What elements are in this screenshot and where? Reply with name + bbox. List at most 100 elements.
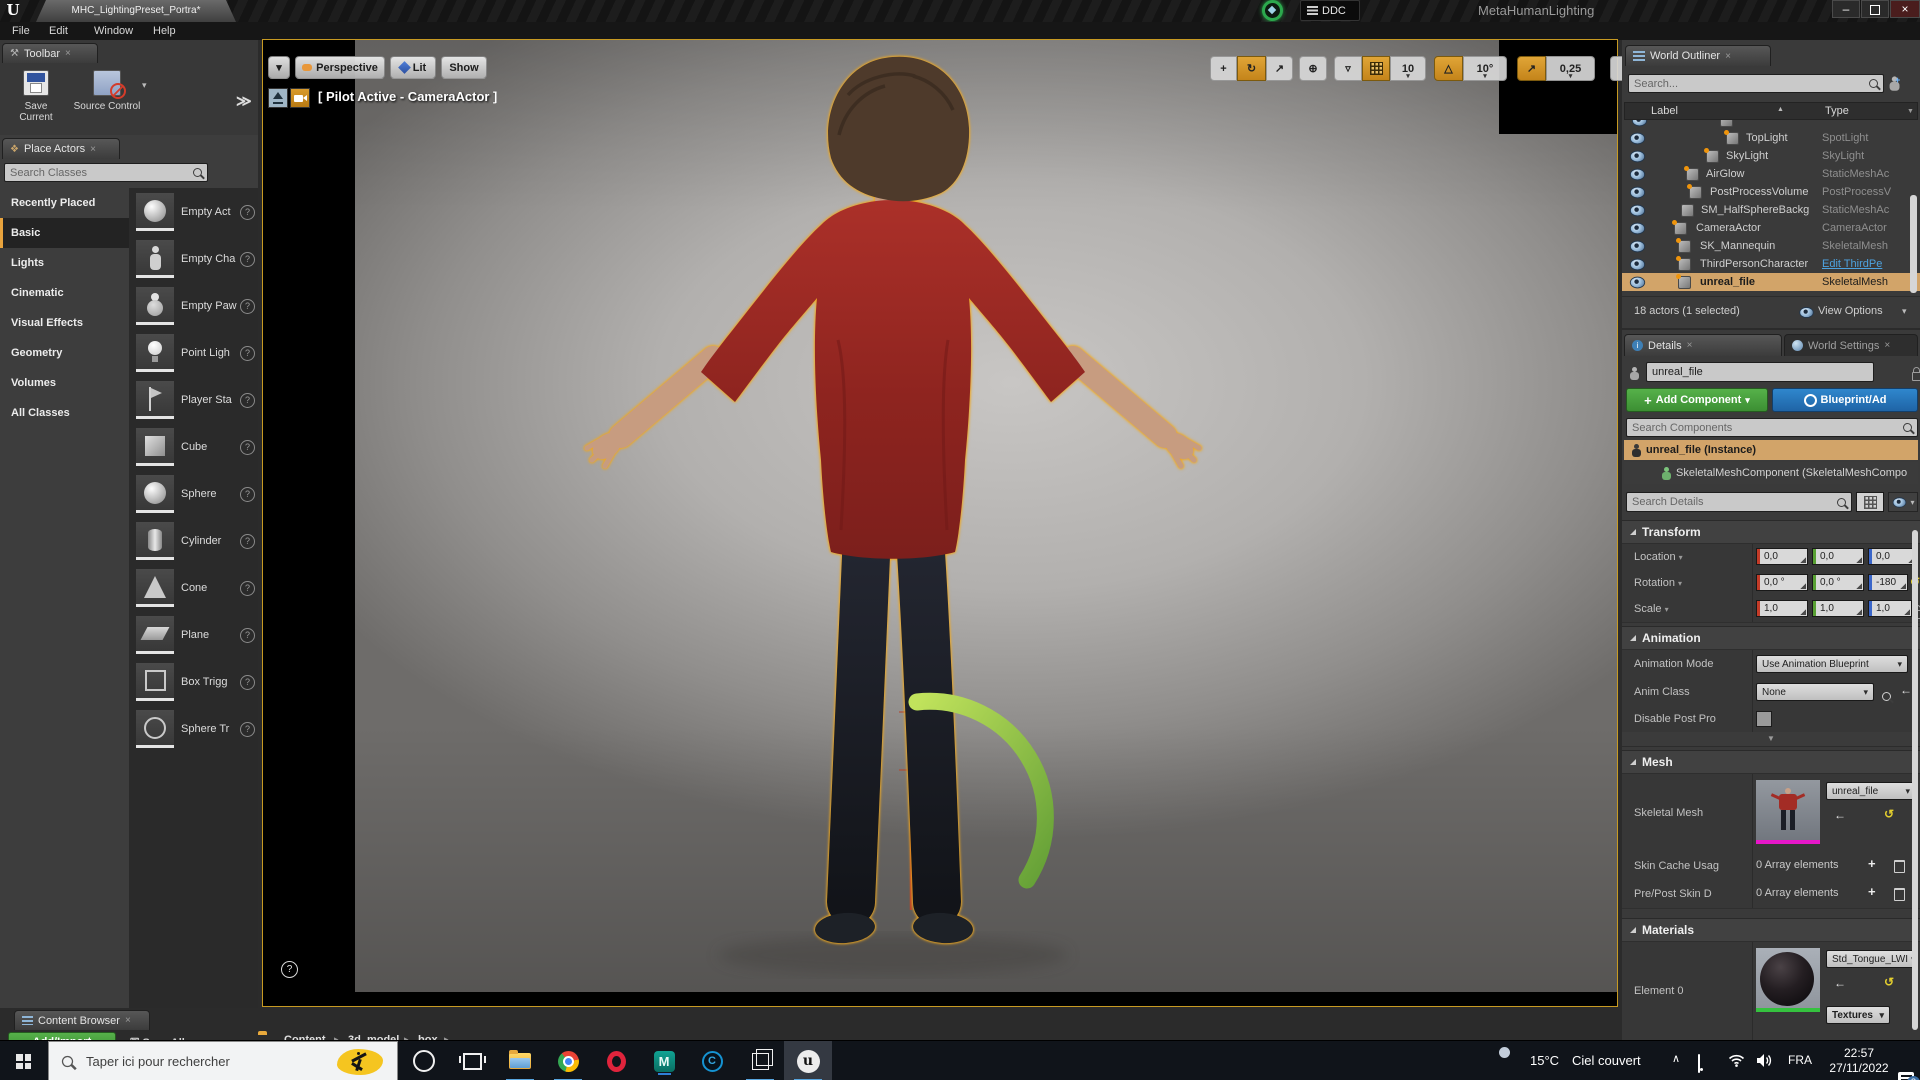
source-control-caret[interactable]: ▾	[142, 80, 147, 91]
scale-tool-button[interactable]: ↗	[1266, 56, 1293, 81]
add-element-icon[interactable]: +	[1868, 884, 1876, 899]
place-item-empty-pawn[interactable]: Empty Paw?	[129, 284, 258, 331]
taskbar-chrome[interactable]	[544, 1041, 592, 1080]
visibility-eye-icon[interactable]	[1629, 258, 1646, 271]
grid-snap-button[interactable]	[1362, 56, 1390, 81]
outliner-row-toplight[interactable]: TopLight SpotLight	[1622, 129, 1920, 147]
place-item-point-light[interactable]: Point Ligh?	[129, 331, 258, 378]
visibility-eye-icon[interactable]	[1629, 150, 1646, 163]
category-cinematic[interactable]: Cinematic	[0, 278, 129, 308]
toolbar-tab[interactable]: ⚒ Toolbar ×	[2, 43, 98, 63]
clock[interactable]: 22:57 27/11/2022	[1824, 1046, 1894, 1076]
viewport-help-icon[interactable]: ?	[281, 961, 298, 978]
close-icon[interactable]: ×	[1725, 51, 1731, 62]
perspective-button[interactable]: Perspective	[295, 56, 385, 79]
taskbar-opera[interactable]	[592, 1041, 640, 1080]
reset-icon[interactable]: ↺	[1884, 975, 1894, 989]
outliner-scrollbar[interactable]	[1910, 195, 1917, 293]
trash-icon[interactable]	[1894, 860, 1905, 873]
column-label[interactable]: Label	[1651, 105, 1678, 117]
use-selected-icon[interactable]: ←	[1900, 683, 1912, 697]
menu-help[interactable]: Help	[153, 22, 176, 40]
stop-pilot-button[interactable]	[268, 88, 288, 108]
place-item-cube[interactable]: Cube?	[129, 425, 258, 472]
tray-expand-chevron[interactable]: ∧	[1672, 1052, 1680, 1065]
details-tab[interactable]: i Details ×	[1624, 334, 1782, 356]
rotate-tool-button[interactable]: ↻	[1237, 56, 1266, 81]
outliner-row-sk-mannequin[interactable]: SK_Mannequin SkeletalMesh	[1622, 237, 1920, 255]
close-button[interactable]: ×	[1890, 0, 1920, 18]
place-item-empty-character[interactable]: Empty Cha?	[129, 237, 258, 284]
place-item-plane[interactable]: Plane?	[129, 613, 258, 660]
disable-postprocess-checkbox[interactable]	[1756, 711, 1772, 727]
place-item-player-start[interactable]: Player Sta?	[129, 378, 258, 425]
location-y-field[interactable]: 0,0	[1812, 548, 1864, 565]
transform-section-header[interactable]: Transform	[1622, 520, 1920, 544]
close-icon[interactable]: ×	[90, 144, 96, 155]
details-scrollbar[interactable]	[1912, 530, 1918, 1030]
component-row-instance[interactable]: unreal_file (Instance)	[1624, 440, 1918, 460]
lit-button[interactable]: Lit	[390, 56, 436, 79]
search-classes-input[interactable]: Search Classes	[4, 163, 208, 182]
rotation-z-field[interactable]: -180	[1868, 574, 1908, 591]
world-local-toggle-button[interactable]: ⊕	[1299, 56, 1327, 81]
minimize-button[interactable]: –	[1832, 0, 1860, 18]
use-selected-icon[interactable]: ←	[1834, 808, 1846, 822]
close-icon[interactable]: ×	[1687, 340, 1693, 351]
skeletal-mesh-thumbnail[interactable]	[1756, 780, 1820, 844]
character-mesh[interactable]	[563, 40, 1223, 990]
scale-z-field[interactable]: 1,0	[1868, 600, 1912, 617]
menu-file[interactable]: File	[12, 22, 30, 40]
language-indicator[interactable]: FRA	[1788, 1053, 1812, 1067]
category-geometry[interactable]: Geometry	[0, 338, 129, 368]
scale-snap-button[interactable]: ↗	[1517, 56, 1546, 81]
viewport-options-caret[interactable]: ▾	[268, 56, 290, 79]
place-item-cylinder[interactable]: Cylinder?	[129, 519, 258, 566]
visibility-eye-icon[interactable]	[1629, 204, 1646, 217]
filter-icon[interactable]: ▼	[1907, 108, 1914, 115]
place-item-empty-actor[interactable]: Empty Act?	[129, 190, 258, 237]
material-thumbnail[interactable]	[1756, 948, 1820, 1012]
visibility-eye-icon[interactable]	[1629, 240, 1646, 253]
visibility-eye-icon[interactable]	[1629, 276, 1646, 289]
outliner-row-skylight[interactable]: SkyLight SkyLight	[1622, 147, 1920, 165]
add-element-icon[interactable]: +	[1868, 856, 1876, 871]
category-recently-placed[interactable]: Recently Placed	[0, 188, 129, 218]
outliner-row-airglow[interactable]: AirGlow StaticMeshAc	[1622, 165, 1920, 183]
scale-snap-value-button[interactable]: 0,25 ▾	[1546, 56, 1595, 81]
actor-name-field[interactable]: unreal_file	[1646, 362, 1874, 382]
wifi-icon[interactable]	[1728, 1054, 1745, 1067]
search-details-input[interactable]: Search Details	[1626, 492, 1852, 512]
weather-desc[interactable]: Ciel couvert	[1572, 1053, 1641, 1068]
close-icon[interactable]: ×	[125, 1015, 131, 1026]
component-row-skeletalmesh[interactable]: SkeletalMeshComponent (SkeletalMeshCompo	[1624, 462, 1918, 484]
taskbar-unreal-active[interactable]: u	[784, 1041, 832, 1080]
outliner-row-postprocessvolume[interactable]: PostProcessVolume PostProcessV	[1622, 183, 1920, 201]
category-volumes[interactable]: Volumes	[0, 368, 129, 398]
taskbar-file-explorer[interactable]	[496, 1041, 544, 1080]
add-component-button[interactable]: + Add Component ▾	[1626, 388, 1768, 412]
expand-toolbar-chevron[interactable]: ≫	[236, 92, 252, 110]
surface-snap-button[interactable]: ▿	[1334, 56, 1362, 81]
save-current-button[interactable]: Save Current	[8, 70, 64, 123]
notification-center-button[interactable]: 8	[1898, 1072, 1920, 1080]
source-control-button[interactable]: Source Control	[72, 70, 142, 112]
visibility-eye-icon[interactable]	[1629, 222, 1646, 235]
outliner-row-cameraactor[interactable]: CameraActor CameraActor	[1622, 219, 1920, 237]
start-button[interactable]	[0, 1041, 48, 1080]
rotation-y-field[interactable]: 0,0 °	[1812, 574, 1864, 591]
expand-more-properties[interactable]: ▼	[1622, 732, 1920, 747]
textures-dropdown[interactable]: Textures ▾	[1826, 1006, 1890, 1024]
display-filter-button[interactable]: ▾	[1888, 492, 1918, 512]
materials-section-header[interactable]: Materials	[1622, 918, 1920, 942]
pilot-camera-button[interactable]	[290, 88, 310, 108]
visibility-eye-icon[interactable]	[1629, 132, 1646, 145]
cast-icon[interactable]	[1698, 1054, 1700, 1073]
trash-icon[interactable]	[1894, 888, 1905, 901]
weather-temp[interactable]: 15°C	[1530, 1053, 1559, 1068]
translate-tool-button[interactable]: +	[1210, 56, 1237, 81]
visibility-eye-icon[interactable]	[1629, 186, 1646, 199]
category-visual-effects[interactable]: Visual Effects	[0, 308, 129, 338]
close-icon[interactable]: ×	[1884, 340, 1890, 351]
category-all-classes[interactable]: All Classes	[0, 398, 129, 428]
